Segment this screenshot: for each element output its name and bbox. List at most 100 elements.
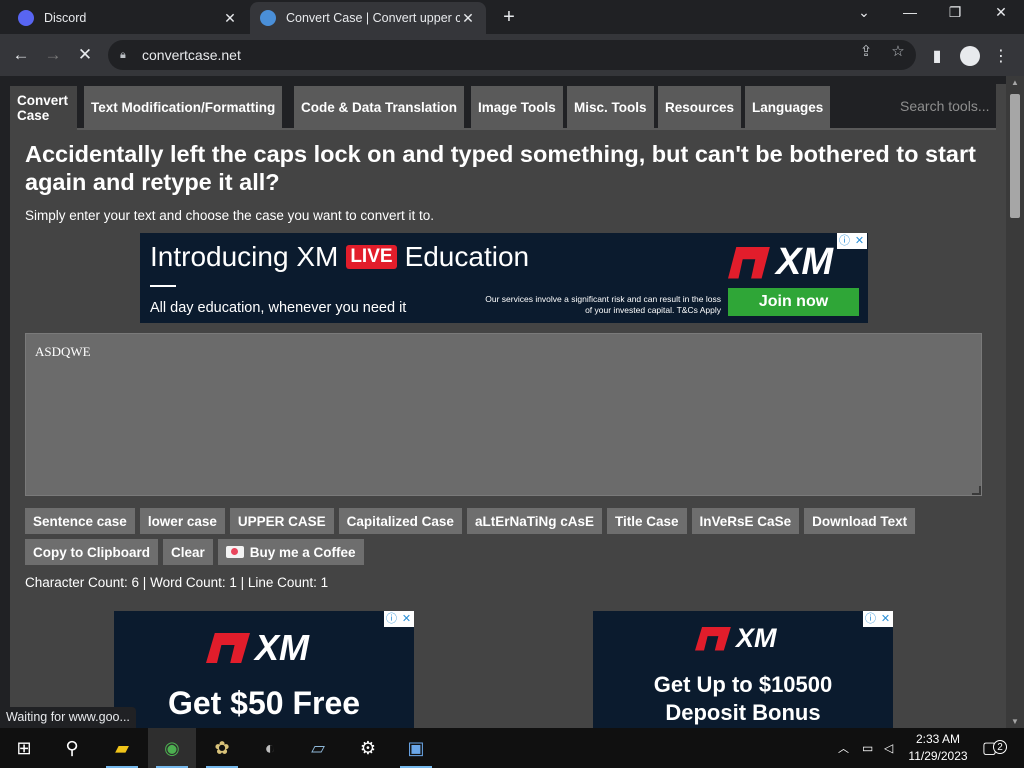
scroll-up-icon[interactable]: ▲	[1006, 78, 1024, 87]
notification-count-badge: 2	[993, 740, 1007, 754]
text-counts: Character Count: 6 | Word Count: 1 | Lin…	[25, 575, 329, 590]
back-arrow-icon[interactable]: ←	[10, 44, 32, 66]
right-ad-text: Get Up to $10500 Deposit Bonus	[593, 671, 893, 727]
convertcase-favicon-icon	[260, 10, 276, 26]
xm-logo-icon	[695, 626, 731, 651]
clock-date: 11/29/2023	[908, 749, 968, 763]
discord-icon	[18, 10, 34, 26]
search-icon[interactable]: ⚲	[48, 728, 96, 768]
capitalized-case-button[interactable]: Capitalized Case	[338, 508, 462, 534]
ad-close-icon[interactable]: ✕	[878, 611, 893, 627]
text-input-area[interactable]: ASDQWE	[25, 333, 982, 496]
network-icon[interactable]: ▭	[862, 728, 873, 768]
show-hidden-icons-icon[interactable]: ︿	[838, 728, 849, 768]
remote-desktop-icon[interactable]: ▣	[392, 728, 440, 768]
page-heading: Accidentally left the caps lock on and t…	[25, 141, 976, 195]
nav-convert-case[interactable]: Convert Case	[10, 86, 77, 130]
new-tab-button[interactable]: +	[498, 6, 520, 29]
url-text[interactable]: convertcase.net	[142, 47, 241, 63]
lock-icon[interactable]: 🔒︎	[120, 49, 132, 62]
tab-convert-case[interactable]: Convert Case | Convert upper ca ✕	[250, 2, 486, 34]
minimize-button[interactable]: —	[898, 4, 922, 20]
download-text-button[interactable]: Download Text	[804, 508, 916, 534]
obs-icon[interactable]: ◐	[246, 728, 294, 768]
tab-discord[interactable]: Discord ✕	[8, 2, 248, 34]
left-ad[interactable]: XM Get $50 Free ⓘ ✕	[114, 611, 414, 728]
nav-image-tools[interactable]: Image Tools	[471, 86, 563, 128]
forward-arrow-icon[interactable]: →	[42, 44, 64, 66]
share-icon[interactable]: ⇪	[855, 42, 877, 60]
scrollbar-thumb[interactable]	[1010, 94, 1020, 218]
system-clock[interactable]: 2:33 AM 11/29/2023	[906, 731, 970, 765]
sentence-case-button[interactable]: Sentence case	[25, 508, 135, 534]
xm-logo-text: XM	[255, 627, 309, 668]
upper-case-button[interactable]: UPPER CASE	[229, 508, 334, 534]
page-content: Convert Case Text Modification/Formattin…	[10, 84, 1006, 728]
file-explorer-icon[interactable]: ▰	[98, 728, 146, 768]
case-buttons-row: Sentence case lower case UPPER CASE Capi…	[25, 508, 916, 534]
menu-dots-icon[interactable]: ⋮	[990, 46, 1012, 66]
chrome-icon[interactable]: ◉	[148, 728, 196, 768]
ad-close-icon[interactable]: ✕	[399, 611, 414, 627]
adchoices[interactable]: ⓘ ✕	[863, 611, 893, 627]
right-ad[interactable]: XM Get Up to $10500 Deposit Bonus ⓘ ✕	[593, 611, 893, 728]
nav-languages[interactable]: Languages	[745, 86, 831, 128]
scroll-down-icon[interactable]: ▼	[1006, 717, 1024, 726]
side-panel-icon[interactable]: ▮	[926, 46, 948, 66]
clear-button[interactable]: Clear	[163, 539, 213, 565]
nav-text-modification[interactable]: Text Modification/Formatting	[84, 86, 283, 128]
xm-logo-icon	[206, 633, 250, 663]
profile-avatar[interactable]	[960, 46, 980, 66]
nav-code-data-translation[interactable]: Code & Data Translation	[294, 86, 465, 128]
close-window-button[interactable]: ✕	[989, 4, 1013, 21]
copy-to-clipboard-button[interactable]: Copy to Clipboard	[25, 539, 158, 565]
address-bar[interactable]: 🔒︎ convertcase.net	[108, 40, 916, 70]
tab-close-icon[interactable]: ✕	[460, 10, 476, 27]
windows-start-icon[interactable]: ⊞	[0, 728, 48, 768]
lower-case-button[interactable]: lower case	[139, 508, 225, 534]
title-case-button[interactable]: Title Case	[606, 508, 687, 534]
alternating-case-button[interactable]: aLtErNaTiNg cAsE	[466, 508, 602, 534]
nav-divider	[10, 128, 996, 130]
resize-handle-icon[interactable]	[972, 486, 981, 495]
page-subtitle: Simply enter your text and choose the ca…	[25, 208, 434, 223]
tab-title: Convert Case | Convert upper ca	[286, 11, 460, 25]
tab-search-icon[interactable]: ⌄	[852, 4, 876, 21]
stop-loading-icon[interactable]: ✕	[74, 44, 96, 66]
utility-buttons-row: Copy to Clipboard Clear Buy me a Coffee	[25, 539, 364, 565]
ad-headline-text: Introducing XM	[150, 241, 339, 272]
buy-me-a-coffee-button[interactable]: Buy me a Coffee	[217, 539, 364, 565]
tab-title: Discord	[44, 11, 87, 25]
ad-info-icon[interactable]: ⓘ	[863, 611, 878, 627]
site-nav: Convert Case Text Modification/Formattin…	[10, 84, 996, 130]
adchoices[interactable]: ⓘ ✕	[384, 611, 414, 627]
page-scrollbar[interactable]: ▲ ▼	[1006, 76, 1024, 728]
ad-live-badge: LIVE	[346, 245, 397, 269]
search-tools-input[interactable]: Search tools...	[900, 98, 990, 114]
bookmark-star-icon[interactable]: ☆	[887, 42, 909, 60]
buy-me-a-coffee-label: Buy me a Coffee	[249, 544, 356, 560]
xm-logo-text: XM	[736, 623, 777, 653]
ad-risk-disclaimer: Our services involve a significant risk …	[485, 294, 721, 315]
nav-resources[interactable]: Resources	[658, 86, 742, 128]
join-now-button[interactable]: Join now	[728, 288, 859, 316]
ad-close-icon[interactable]: ✕	[852, 233, 867, 249]
bee-app-icon[interactable]: ✿	[198, 728, 246, 768]
settings-gear-icon[interactable]: ⚙	[344, 728, 392, 768]
tab-close-icon[interactable]: ✕	[222, 10, 238, 27]
browser-tab-bar: Discord ✕ Convert Case | Convert upper c…	[0, 0, 1024, 34]
ad-info-icon[interactable]: ⓘ	[837, 233, 852, 249]
windows-taskbar: ⊞ ⚲ ▰ ◉ ✿ ◐ ▱ ⚙ ▣ ︿ ▭ ◁ 2:33 AM 11/29/20…	[0, 728, 1024, 768]
notes-app-icon[interactable]: ▱	[294, 728, 342, 768]
xm-logo: XM	[728, 241, 833, 284]
inverse-case-button[interactable]: InVeRsE CaSe	[691, 508, 800, 534]
adchoices[interactable]: ⓘ ✕	[837, 233, 867, 249]
clock-time: 2:33 AM	[915, 732, 961, 746]
volume-muted-icon[interactable]: ◁	[884, 728, 893, 768]
right-ad-line: Deposit Bonus	[665, 700, 821, 725]
restore-button[interactable]: ❐	[943, 4, 967, 21]
ad-info-icon[interactable]: ⓘ	[384, 611, 399, 627]
banner-ad[interactable]: Introducing XM LIVE Education All day ed…	[140, 233, 868, 323]
nav-misc-tools[interactable]: Misc. Tools	[567, 86, 654, 128]
right-ad-line: Get Up to $10500	[653, 672, 833, 697]
